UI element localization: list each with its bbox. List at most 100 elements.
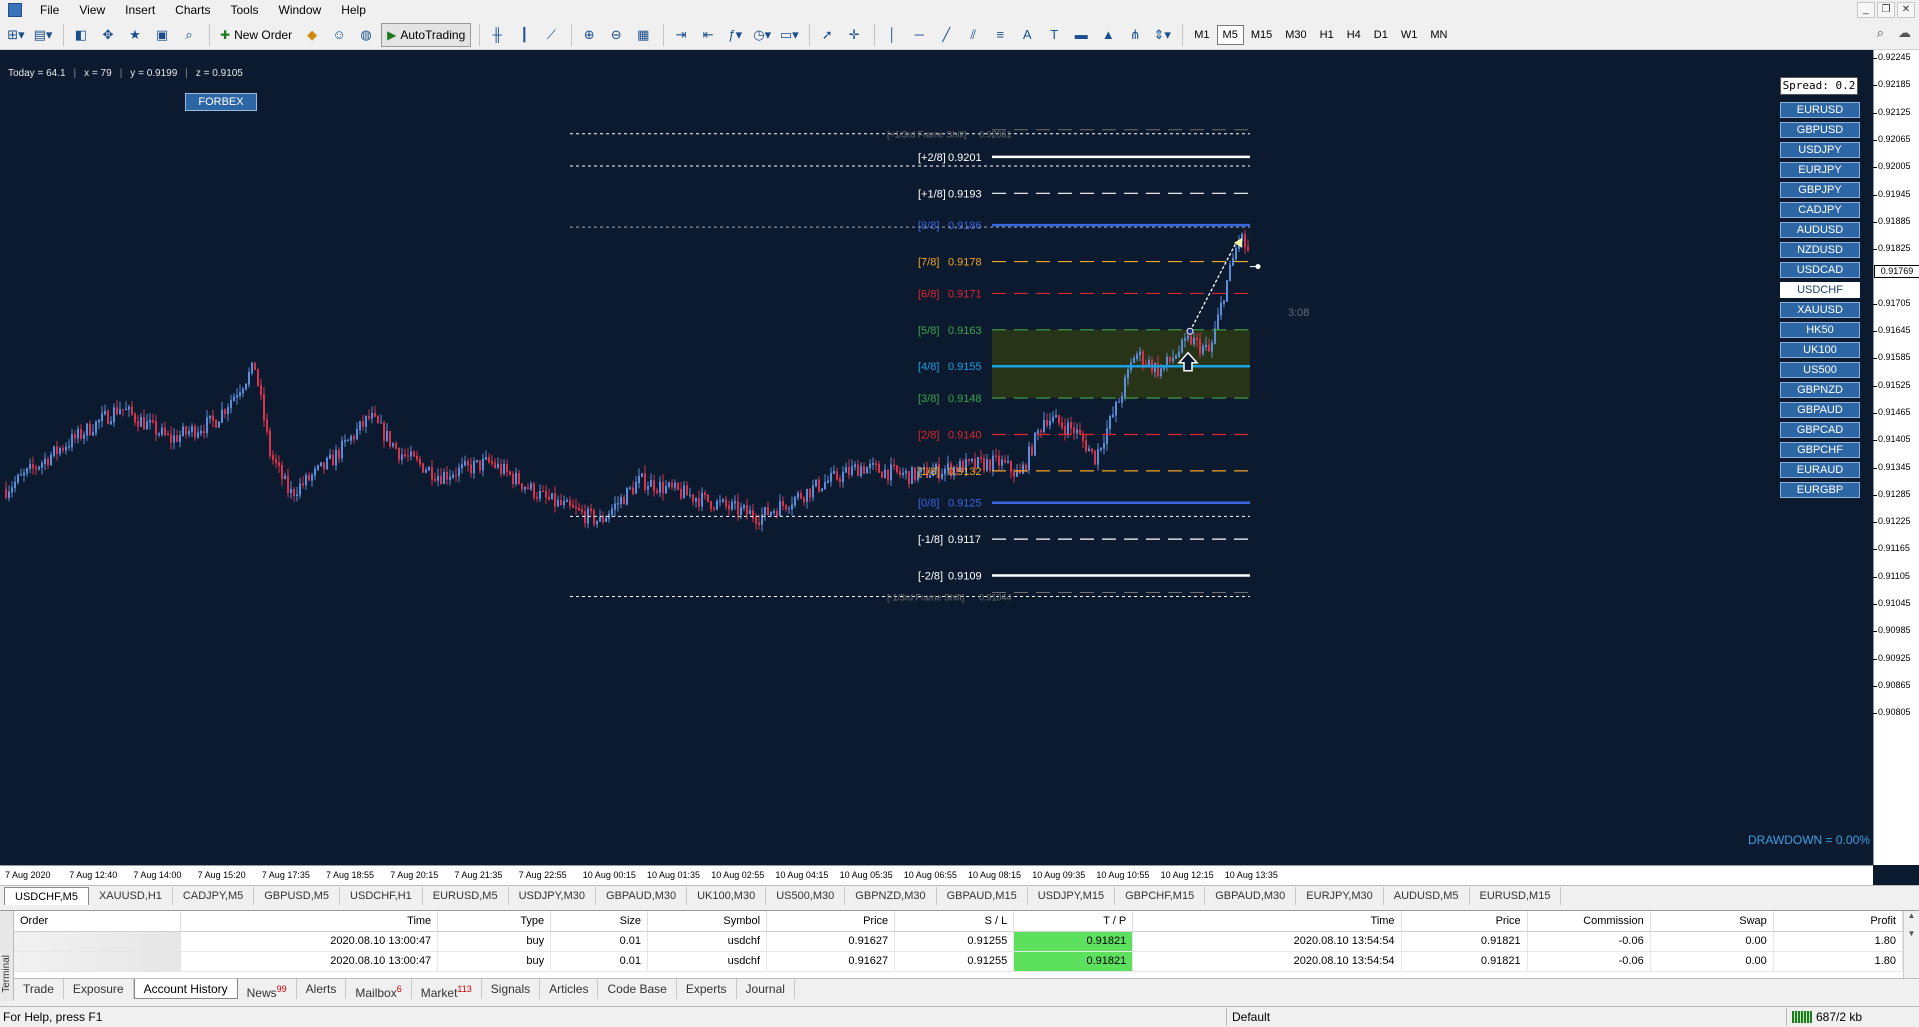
chart-tab[interactable]: USDJPY,M15 — [1028, 887, 1116, 905]
terminal-tab-account-history[interactable]: Account History — [133, 979, 238, 999]
symbol-button-uk100[interactable]: UK100 — [1780, 342, 1860, 358]
symbol-button-euraud[interactable]: EURAUD — [1780, 462, 1860, 478]
terminal-tab-signals[interactable]: Signals — [482, 979, 541, 999]
chart-tab[interactable]: GBPUSD,M5 — [254, 887, 341, 905]
symbol-button-audusd[interactable]: AUDUSD — [1780, 222, 1860, 238]
timeframe-d1[interactable]: D1 — [1368, 25, 1394, 45]
terminal-tab-exposure[interactable]: Exposure — [64, 979, 134, 999]
symbol-button-eurjpy[interactable]: EURJPY — [1780, 162, 1860, 178]
chart-tab[interactable]: GBPAUD,M30 — [596, 887, 688, 905]
terminal-tab-experts[interactable]: Experts — [677, 979, 737, 999]
column-header[interactable]: Symbol — [647, 911, 768, 932]
timeframe-mn[interactable]: MN — [1424, 25, 1453, 45]
terminal-tab-trade[interactable]: Trade — [14, 979, 64, 999]
terminal-tab-mailbox[interactable]: Mailbox6 — [346, 979, 412, 1000]
chart-tab[interactable]: AUDUSD,M5 — [1384, 887, 1470, 905]
menu-tools[interactable]: Tools — [221, 0, 269, 20]
column-header[interactable]: Commission — [1527, 911, 1651, 932]
terminal-tab-code-base[interactable]: Code Base — [598, 979, 677, 999]
chart-tab[interactable]: USDCHF,H1 — [340, 887, 423, 905]
menu-file[interactable]: File — [30, 0, 69, 20]
chart-tab[interactable]: EURJPY,M30 — [1296, 887, 1384, 905]
fibonacci-icon[interactable]: ≡ — [988, 23, 1012, 47]
bar-chart-icon[interactable]: ╫ — [485, 23, 509, 47]
column-header[interactable]: Type — [437, 911, 552, 932]
data-window-icon[interactable]: ✥ — [96, 23, 120, 47]
terminal-icon[interactable]: ▣ — [150, 23, 174, 47]
menu-window[interactable]: Window — [269, 0, 332, 20]
timeframe-m5[interactable]: M5 — [1216, 24, 1244, 45]
terminal-tab-news[interactable]: News99 — [238, 979, 297, 1000]
pitchfork-icon[interactable]: ⋔ — [1123, 23, 1147, 47]
forbex-button[interactable]: FORBEX — [185, 93, 257, 111]
symbol-button-gbpaud[interactable]: GBPAUD — [1780, 402, 1860, 418]
timeframe-m30[interactable]: M30 — [1279, 25, 1312, 45]
new-order-button[interactable]: ✚ New Order — [215, 23, 297, 47]
timeframe-h1[interactable]: H1 — [1314, 25, 1340, 45]
zoom-in-icon[interactable]: ⊕ — [577, 23, 601, 47]
menu-charts[interactable]: Charts — [165, 0, 220, 20]
timeframe-h4[interactable]: H4 — [1341, 25, 1367, 45]
column-header[interactable]: Price — [766, 911, 896, 932]
symbol-button-nzdusd[interactable]: NZDUSD — [1780, 242, 1860, 258]
chart-tab[interactable]: GBPAUD,M15 — [937, 887, 1028, 905]
tile-windows-icon[interactable]: ▦ — [631, 23, 655, 47]
terminal-tab-articles[interactable]: Articles — [540, 979, 599, 999]
timeframe-w1[interactable]: W1 — [1395, 25, 1424, 45]
terminal-tab-alerts[interactable]: Alerts — [297, 979, 347, 999]
autotrading-button[interactable]: ▶ AutoTrading — [381, 22, 472, 47]
column-header[interactable]: Time — [1132, 911, 1402, 932]
text-icon[interactable]: A — [1015, 23, 1039, 47]
price-chart[interactable]: [+1/3rd Frame Shift] 0.92061 [+2/8] 0.9201 [… — [0, 50, 1873, 865]
chart-tab[interactable]: UK100,M30 — [687, 887, 767, 905]
terminal-tab-market[interactable]: Market113 — [412, 979, 482, 1000]
symbol-button-gbpusd[interactable]: GBPUSD — [1780, 122, 1860, 138]
chart-tab[interactable]: EURUSD,M5 — [423, 887, 509, 905]
chart-shift-icon[interactable]: ⇤ — [696, 23, 720, 47]
table-row[interactable]: 2020.08.10 13:00:47 buy 0.01 usdchf 0.91627 0… — [14, 951, 1904, 972]
symbol-button-xauusd[interactable]: XAUUSD — [1780, 302, 1860, 318]
metaeditor-icon[interactable]: ◆ — [300, 23, 324, 47]
symbol-button-gbpchf[interactable]: GBPCHF — [1780, 442, 1860, 458]
column-header[interactable]: Size — [550, 911, 649, 932]
chart-tab[interactable]: GBPNZD,M30 — [845, 887, 937, 905]
profiles-icon[interactable]: ▤▾ — [31, 23, 55, 47]
periods-icon[interactable]: ◷▾ — [750, 23, 774, 47]
column-header[interactable]: Profit — [1773, 911, 1904, 932]
candlestick-icon[interactable]: ┃ — [512, 23, 536, 47]
time-axis[interactable]: 7 Aug 2020 7 Aug 12:40 7 Aug 14:00 7 Aug 15… — [0, 865, 1873, 885]
menu-help[interactable]: Help — [331, 0, 376, 20]
indicators-icon[interactable]: ƒ▾ — [723, 23, 747, 47]
chart-tab[interactable]: EURUSD,M15 — [1470, 887, 1562, 905]
text-label-icon[interactable]: T — [1042, 23, 1066, 47]
chat-icon[interactable]: ☁ — [1898, 25, 1911, 41]
minimize-icon[interactable]: _ — [1857, 2, 1875, 18]
symbol-button-gbpcad[interactable]: GBPCAD — [1780, 422, 1860, 438]
price-axis[interactable]: 0.92245 0.92185 0.92125 0.92065 0.92005 0.919… — [1873, 50, 1919, 865]
symbol-button-usdjpy[interactable]: USDJPY — [1780, 142, 1860, 158]
menu-insert[interactable]: Insert — [115, 0, 165, 20]
chart-tab[interactable]: CADJPY,M5 — [173, 887, 255, 905]
timeframe-m1[interactable]: M1 — [1188, 25, 1215, 45]
crosshair-icon[interactable]: ✛ — [842, 23, 866, 47]
close-icon[interactable]: ✕ — [1897, 2, 1915, 18]
chart-tab[interactable]: USDJPY,M30 — [509, 887, 597, 905]
column-header[interactable]: Swap — [1650, 911, 1774, 932]
chart-tab[interactable]: XAUUSD,H1 — [89, 887, 173, 905]
signals-icon[interactable]: ☺ — [327, 23, 351, 47]
restore-icon[interactable]: ❐ — [1877, 2, 1895, 18]
menu-view[interactable]: View — [69, 0, 115, 20]
vertical-line-icon[interactable]: │ — [880, 23, 904, 47]
rectangle-icon[interactable]: ▬ — [1069, 23, 1093, 47]
chart-area[interactable]: [+1/3rd Frame Shift] 0.92061 [+2/8] 0.9201 [… — [0, 50, 1919, 885]
symbol-button-usdchf[interactable]: USDCHF — [1780, 282, 1860, 298]
column-header[interactable]: Time — [180, 911, 439, 932]
chart-tab[interactable]: US500,M30 — [766, 887, 846, 905]
column-header[interactable]: Price — [1401, 911, 1528, 932]
chart-tab[interactable]: USDCHF,M5 — [4, 887, 89, 905]
line-chart-icon[interactable]: ⟋ — [539, 23, 563, 47]
templates-icon[interactable]: ▭▾ — [777, 23, 801, 47]
symbol-button-us500[interactable]: US500 — [1780, 362, 1860, 378]
symbol-button-hk50[interactable]: HK50 — [1780, 322, 1860, 338]
cursor-icon[interactable]: ➚ — [815, 23, 839, 47]
